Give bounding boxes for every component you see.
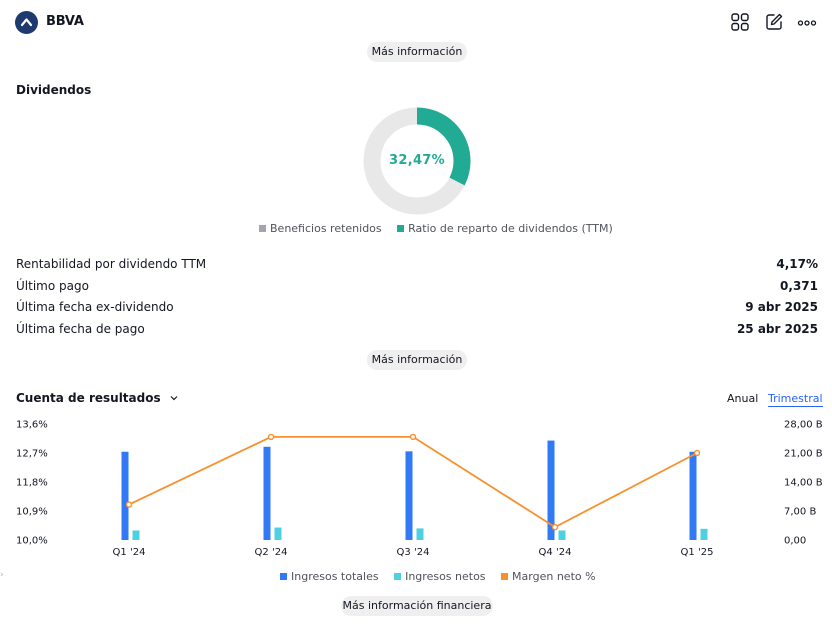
stat-value-ex-date: 9 abr 2025 [745,300,818,314]
legend-net-margin: Margen neto % [501,570,596,583]
dividends-title: Dividendos [16,83,92,97]
net-income-bar [700,528,708,540]
legend-label: Margen neto % [512,570,596,583]
stat-value-yield: 4,17% [776,257,818,271]
legend-label: Ratio de reparto de dividendos (TTM) [408,222,613,235]
left-axis-tick-label: 13,6% [16,420,48,431]
chevron-down-icon [170,396,178,401]
left-axis-tick-label: 11,8% [16,478,48,489]
income-title: Cuenta de resultados [16,391,161,405]
grid-icon[interactable] [730,12,750,32]
legend-swatch [259,225,266,232]
stat-value-last-payment: 0,371 [780,279,818,293]
x-axis-tick-label: Q1 '24 [113,547,146,558]
x-axis-tick-label: Q1 '25 [681,547,714,558]
net-income-bar [558,530,566,540]
stat-label-ex-date: Última fecha ex-dividendo [16,300,174,314]
left-axis-tick-label: 10,9% [16,507,48,518]
x-axis-tick-label: Q4 '24 [539,547,572,558]
net-income-bar [274,527,282,540]
payout-donut-chart: 32,47% [362,106,472,216]
header: BBVA [0,0,832,44]
net-margin-point [409,433,417,441]
right-axis-tick-label: 28,00 B [784,420,823,431]
more-info-dividends-button[interactable]: Más información [367,350,467,370]
legend-label: Beneficios retenidos [270,222,382,235]
more-financial-info-button[interactable]: Más información financiera [341,596,493,616]
stat-label-last-payment: Último pago [16,279,89,293]
chart-legend: Ingresos totales Ingresos netos Margen n… [280,570,608,583]
legend-retained-earnings: Beneficios retenidos [259,222,382,235]
more-icon[interactable] [797,12,817,32]
net-income-bar [132,530,140,540]
income-chart: 13,6% 12,7% 11,8% 10,9% 10,0% 28,00 B 21,00 B 1… [16,420,823,559]
legend-label: Ingresos netos [405,570,486,583]
more-info-top-button[interactable]: Más información [367,42,467,62]
legend-swatch [280,573,287,580]
legend-label: Ingresos totales [291,570,379,583]
side-expand-handle[interactable]: › [0,566,6,584]
net-margin-line [128,435,698,529]
net-income-bar [416,528,424,540]
bbva-logo-icon [15,11,38,34]
symbol-title: BBVA [46,14,84,29]
x-axis-tick-label: Q2 '24 [255,547,288,558]
tab-annual[interactable]: Anual [727,392,758,405]
net-margin-point [267,433,275,441]
left-axis-tick-label: 12,7% [16,449,48,460]
donut-legend: Beneficios retenidos Ratio de reparto de… [259,222,625,235]
legend-swatch [397,225,405,232]
x-axis-tick-label: Q3 '24 [397,547,430,558]
legend-total-revenue: Ingresos totales [280,570,379,583]
revenue-bar [263,446,271,540]
left-axis-tick-label: 10,0% [16,536,48,547]
net-margin-point [125,501,133,508]
right-axis-tick-label: 7,00 B [784,507,816,518]
legend-swatch [394,573,402,580]
legend-payout-ratio: Ratio de reparto de dividendos (TTM) [397,222,613,235]
income-statement-dropdown[interactable]: Cuenta de resultados [16,391,179,405]
net-margin-point [551,523,559,531]
revenue-bar [689,451,697,540]
revenue-bar [121,451,129,540]
right-axis-tick-label: 0,00 [784,536,806,547]
right-axis-tick-label: 14,00 B [784,478,823,489]
revenue-bar [405,451,413,540]
legend-net-income: Ingresos netos [394,570,486,583]
edit-icon[interactable] [764,12,784,32]
stat-label-yield: Rentabilidad por dividendo TTM [16,257,207,271]
stat-label-pay-date: Última fecha de pago [16,322,145,336]
legend-swatch [501,573,509,580]
right-axis-tick-label: 21,00 B [784,449,823,460]
stat-value-pay-date: 25 abr 2025 [736,322,818,336]
net-margin-point [693,449,701,457]
tab-quarterly[interactable]: Trimestral [768,392,823,407]
payout-ratio-label: 32,47% [389,153,445,168]
